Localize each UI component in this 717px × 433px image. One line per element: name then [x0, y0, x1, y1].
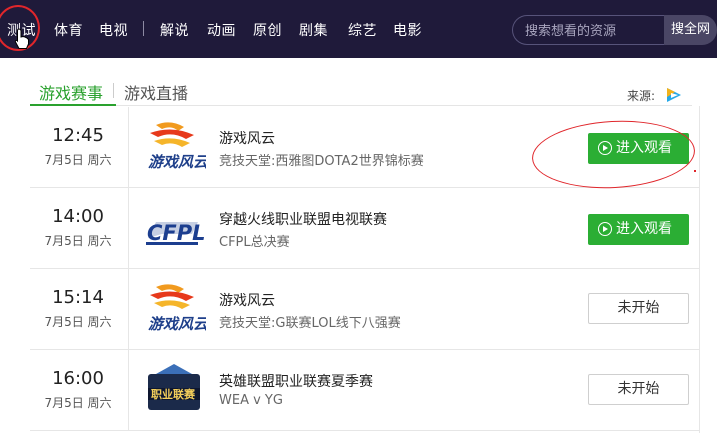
match-title: 游戏风云	[219, 131, 275, 147]
svg-text:职业联赛: 职业联赛	[151, 387, 196, 401]
svg-text:游戏风云: 游戏风云	[148, 315, 206, 333]
lpl-logo: 职业联赛	[148, 364, 200, 410]
svg-text:游戏风云: 游戏风云	[148, 153, 206, 171]
row-divider	[30, 430, 700, 431]
tab-active-underline	[30, 104, 116, 106]
nav-item-sports[interactable]: 体育	[54, 20, 83, 40]
match-date: 7月5日 周六	[44, 315, 112, 329]
column-divider	[128, 188, 129, 268]
column-divider	[128, 269, 129, 349]
not-started-button[interactable]: 未开始	[588, 374, 689, 405]
top-nav-bar: 测试 体育 电视 解说 动画 原创 剧集 综艺 电影 搜全网	[0, 0, 717, 58]
column-divider	[128, 350, 129, 430]
nav-item-anime[interactable]: 动画	[207, 20, 236, 40]
match-row: 14:00 7月5日 周六 CFPL 穿越火线职业联盟电视联赛 CFPL总决赛 …	[30, 188, 700, 269]
match-subtitle: CFPL总决赛	[219, 235, 290, 250]
column-divider	[128, 107, 129, 187]
search-box	[512, 15, 668, 46]
cfpl-logo: CFPL	[146, 221, 206, 245]
match-time: 16:00	[52, 368, 104, 389]
nav-divider	[143, 21, 144, 36]
source-label: 来源:	[627, 89, 656, 103]
match-subtitle: 竞技天堂:西雅图DOTA2世界锦标赛	[219, 154, 424, 169]
hand-cursor-icon	[14, 28, 29, 49]
match-date: 7月5日 周六	[44, 234, 112, 248]
watch-button-label: 进入观看	[616, 221, 672, 237]
nav-item-series[interactable]: 剧集	[299, 20, 328, 40]
match-subtitle: 竞技天堂:G联赛LOL线下八强赛	[219, 316, 401, 331]
nav-item-original[interactable]: 原创	[253, 20, 282, 40]
tab-divider	[113, 83, 114, 98]
match-row: 15:14 7月5日 周六 游戏风云 游戏风云 竞技天堂:G联赛LOL线下八强赛…	[30, 269, 700, 350]
watch-button[interactable]: 进入观看	[588, 214, 689, 245]
tab-game-events[interactable]: 游戏赛事	[39, 80, 103, 104]
search-input[interactable]	[523, 16, 667, 46]
nav-item-variety[interactable]: 综艺	[348, 20, 377, 40]
svg-text:CFPL: CFPL	[147, 221, 206, 245]
search-all-button[interactable]: 搜全网	[664, 15, 717, 45]
play-icon	[598, 222, 612, 236]
match-time: 14:00	[52, 206, 104, 227]
tab-baseline	[30, 105, 692, 106]
youxifengyun-logo: 游戏风云	[148, 284, 206, 333]
match-date: 7月5日 周六	[44, 396, 112, 410]
match-title: 英雄联盟职业联赛夏季赛	[219, 374, 373, 390]
nav-item-tv[interactable]: 电视	[99, 20, 128, 40]
match-date: 7月5日 周六	[44, 153, 112, 167]
annotation-mark	[694, 170, 696, 172]
tencent-video-logo-icon[interactable]	[664, 86, 684, 104]
tab-game-live[interactable]: 游戏直播	[124, 80, 188, 104]
match-time: 15:14	[52, 287, 104, 308]
match-title: 穿越火线职业联盟电视联赛	[219, 212, 387, 228]
match-time: 12:45	[52, 125, 104, 146]
not-started-button[interactable]: 未开始	[588, 293, 689, 324]
match-row: 16:00 7月5日 周六 职业联赛 英雄联盟职业联赛夏季赛 WEA v YG …	[30, 350, 700, 431]
match-title: 游戏风云	[219, 293, 275, 309]
nav-item-movie[interactable]: 电影	[393, 20, 422, 40]
nav-item-commentary[interactable]: 解说	[160, 20, 189, 40]
youxifengyun-logo: 游戏风云	[148, 122, 206, 171]
match-subtitle: WEA v YG	[219, 393, 283, 408]
